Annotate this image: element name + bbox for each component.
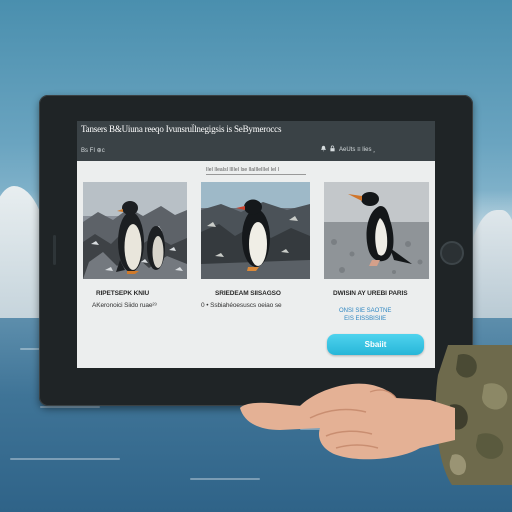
penguin-photo-3[interactable] (324, 182, 429, 279)
card-3-link[interactable]: ONSI SIE SAOTNE EIS EISSBISIIE (339, 307, 391, 323)
lock-icon[interactable] (329, 145, 336, 152)
penguin-photo-1[interactable] (83, 182, 187, 279)
app-header: Tansers B&Uiuna reeqo Ivunsrul̃lnegigsis… (77, 121, 435, 161)
submit-button[interactable]: Sbaiit (327, 334, 424, 355)
card-3-title: DWISIN AY UREBI PARIS (333, 290, 408, 297)
caption-divider (206, 174, 306, 175)
home-button-icon[interactable] (440, 241, 464, 265)
penguin-photo-2[interactable] (201, 182, 310, 279)
side-button[interactable] (53, 235, 56, 265)
header-left-menu[interactable]: Bs FI ⊕c (81, 147, 105, 155)
page-title: Tansers B&Uiuna reeqo Ivunsrul̃lnegigsis… (81, 124, 282, 134)
card-2-title: SRIEDEAM SIISAGSO (215, 290, 281, 297)
tablet-device: Tansers B&Uiuna reeqo Ivunsrul̃lnegigsis… (39, 95, 473, 406)
card-1-title: RIPETSEPK KNIU (96, 290, 150, 297)
bell-icon[interactable] (320, 145, 327, 152)
section-caption: IIeI IIeaIsI IIIIeI Ise IIaIIIeIIIeI IeI… (206, 167, 280, 173)
card-2-subtitle: 0 • Ssbiahéoesuscs oeiao se (201, 302, 282, 309)
hand (240, 383, 455, 460)
card-1-subtitle: AKeronoici Siido ruae²³ (92, 302, 157, 309)
header-right-menu[interactable]: AeUts ≡ Iies ‸ (339, 146, 375, 154)
tablet-screen: Tansers B&Uiuna reeqo Ivunsrul̃lnegigsis… (77, 121, 435, 368)
